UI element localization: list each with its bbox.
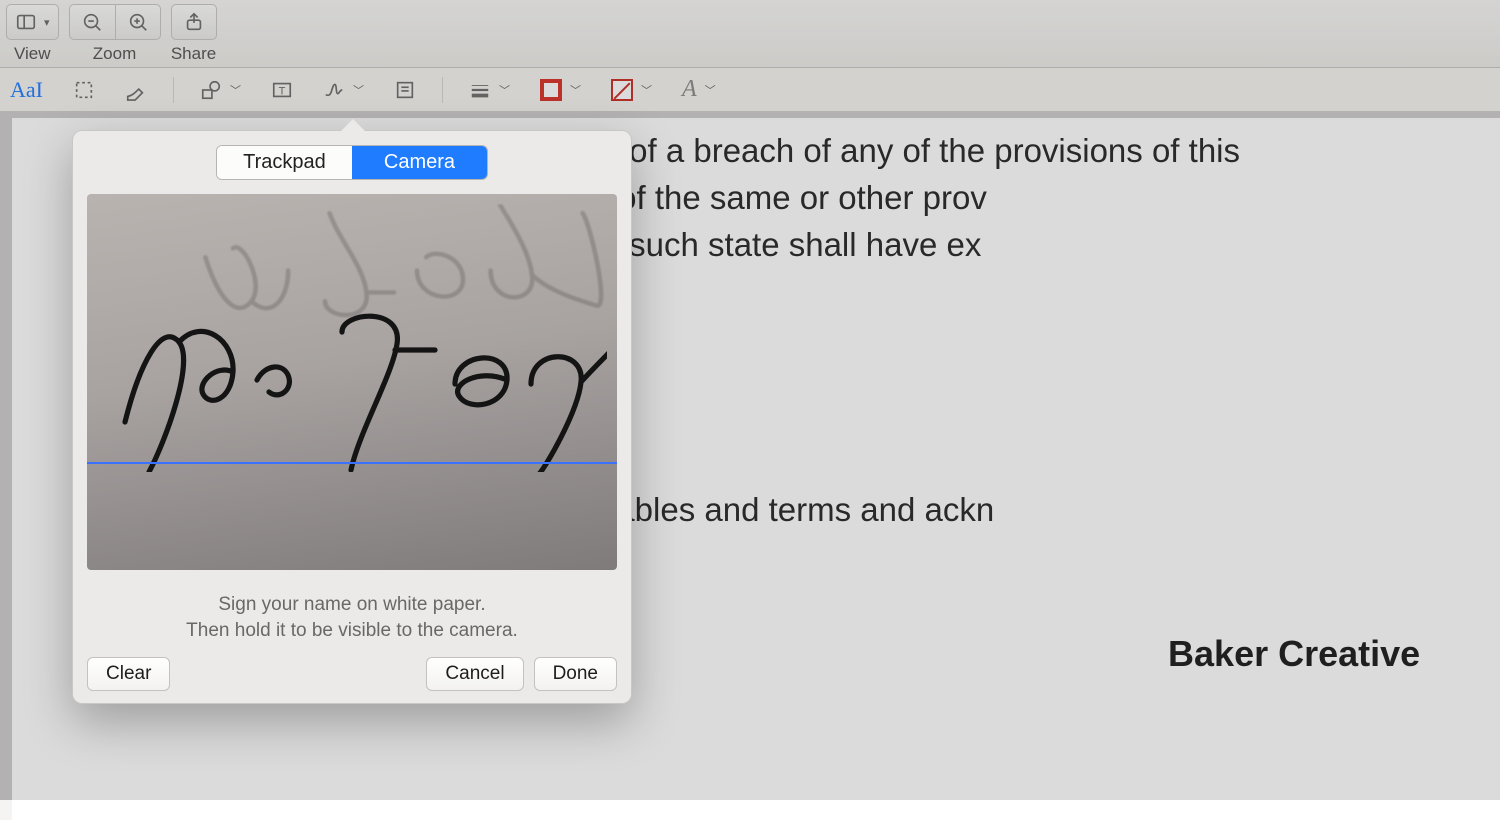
camera-hint: Sign your name on white paper. Then hold… — [87, 592, 617, 643]
tab-trackpad[interactable]: Trackpad — [217, 146, 352, 179]
camera-preview — [87, 194, 617, 570]
cancel-button[interactable]: Cancel — [426, 657, 523, 691]
signature-popover: Trackpad Camera Sign your name on white … — [72, 130, 632, 704]
signature-baseline — [87, 462, 617, 464]
done-button[interactable]: Done — [534, 657, 617, 691]
tab-camera[interactable]: Camera — [352, 146, 487, 179]
hint-line: Then hold it to be visible to the camera… — [87, 618, 617, 644]
popover-button-row: Clear Cancel Done — [87, 657, 617, 691]
captured-signature — [107, 272, 607, 472]
hint-line: Sign your name on white paper. — [87, 592, 617, 618]
signature-source-segmented: Trackpad Camera — [216, 145, 488, 180]
clear-button[interactable]: Clear — [87, 657, 170, 691]
